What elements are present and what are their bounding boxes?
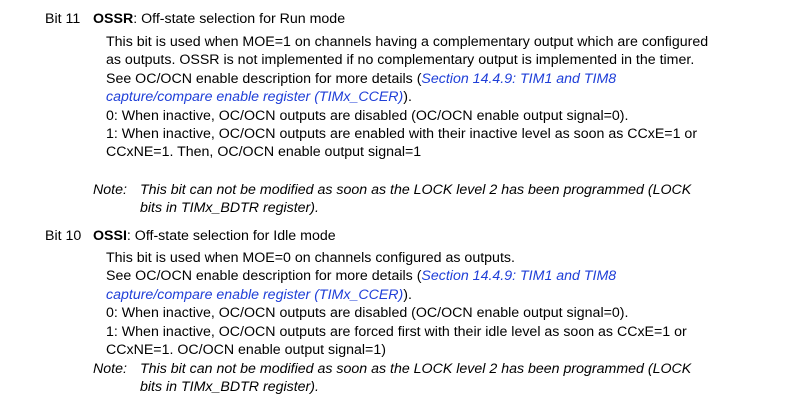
ossi-see-text: See OC/OCN enable description for more d… — [106, 268, 422, 285]
ossi-see-paragraph: See OC/OCN enable description for more d… — [106, 267, 716, 304]
ossr-title-text: : Off-state selection for Run mode — [133, 11, 346, 27]
ossr-see-text: See OC/OCN enable description for more d… — [106, 70, 422, 87]
ossi-note-label: Note: — [93, 361, 127, 377]
ossi-usage-paragraph: This bit is used when MOE=0 on channels … — [106, 250, 515, 266]
ossr-see-paragraph: See OC/OCN enable description for more d… — [106, 70, 716, 107]
ossr-field-name: OSSR — [93, 11, 134, 27]
ossi-description: This bit is used when MOE=0 on channels … — [106, 249, 716, 359]
ossr-usage-paragraph: This bit is used when MOE=1 on channels … — [106, 34, 709, 69]
ossi-option-0: 0: When inactive, OC/OCN outputs are dis… — [106, 305, 629, 322]
ossr-option-0: 0: When inactive, OC/OCN outputs are dis… — [106, 107, 629, 124]
ossr-note-text: This bit can not be modified as soon as … — [140, 182, 692, 217]
ossr-option-1: 1: When inactive, OC/OCN outputs are ena… — [106, 126, 698, 161]
bit-11-title: OSSR: Off-state selection for Run mode — [93, 10, 345, 28]
ossi-title-text: : Off-state selection for Idle mode — [126, 228, 336, 244]
ossr-see-end: ). — [403, 89, 412, 106]
ossi-option-1: 1: When inactive, OC/OCN outputs are for… — [106, 323, 687, 359]
ossi-note-text: This bit can not be modified as soon as … — [140, 361, 692, 396]
bit-10-label: Bit 10 — [45, 228, 82, 244]
ossr-note-label: Note: — [93, 182, 127, 198]
ossr-description: This bit is used when MOE=1 on channels … — [106, 33, 716, 162]
ossi-see-end: ). — [403, 286, 412, 303]
bit-10-title: OSSI: Off-state selection for Idle mode — [93, 227, 336, 245]
bit-11-label: Bit 11 — [45, 11, 81, 27]
ossi-field-name: OSSI — [93, 228, 127, 244]
